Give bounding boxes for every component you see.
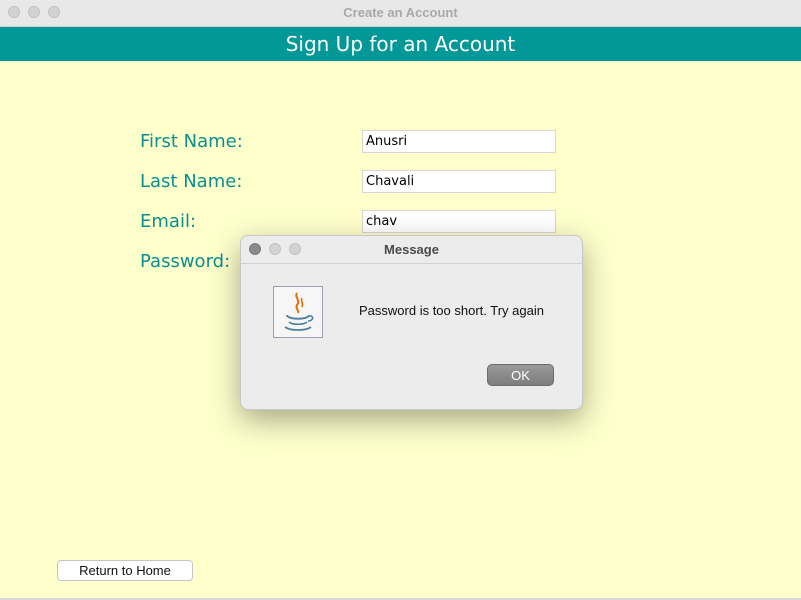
password-label: Password: bbox=[140, 251, 231, 272]
email-field[interactable]: chav bbox=[362, 210, 556, 233]
first-name-field[interactable]: Anusri bbox=[362, 130, 556, 153]
ok-button[interactable]: OK bbox=[487, 364, 554, 386]
first-name-label: First Name: bbox=[140, 131, 243, 152]
return-to-home-button[interactable]: Return to Home bbox=[57, 560, 193, 581]
java-icon bbox=[273, 286, 323, 338]
page-title: Sign Up for an Account bbox=[0, 27, 801, 61]
window-titlebar: Create an Account bbox=[0, 0, 801, 27]
dialog-message: Password is too short. Try again bbox=[359, 303, 544, 318]
window-title: Create an Account bbox=[343, 5, 458, 20]
dialog-titlebar: Message bbox=[241, 236, 582, 264]
email-label: Email: bbox=[140, 211, 197, 232]
message-dialog: Message Password is too short. Try again… bbox=[240, 235, 583, 410]
dialog-title: Message bbox=[384, 242, 439, 257]
last-name-label: Last Name: bbox=[140, 171, 243, 192]
last-name-field[interactable]: Chavali bbox=[362, 170, 556, 193]
